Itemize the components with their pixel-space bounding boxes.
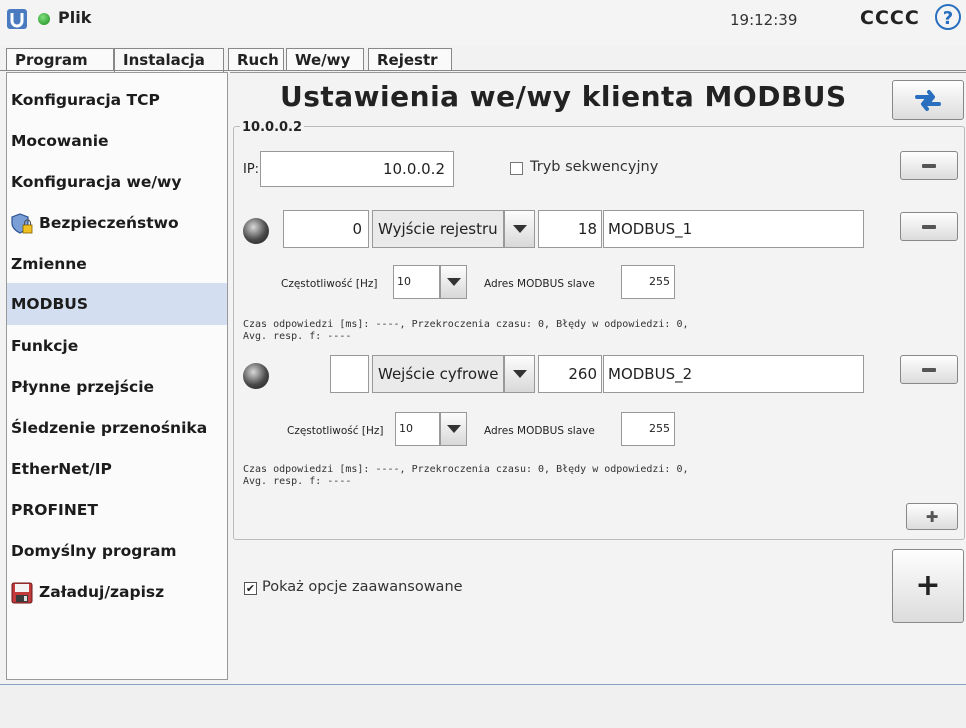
signal-2-response-stats: Czas odpowiedzi [ms]: ----, Przekroczeni… bbox=[243, 464, 689, 475]
signal-1-slave-input[interactable]: 255 bbox=[621, 265, 675, 299]
signal-2-remove-button[interactable] bbox=[900, 355, 958, 384]
signal-1-address-input[interactable]: 0 bbox=[283, 210, 369, 248]
plus-icon: ✚ bbox=[925, 508, 939, 526]
sidebar-item-load-save[interactable]: Załaduj/zapisz bbox=[7, 571, 227, 613]
signal-2-slave-input[interactable]: 255 bbox=[621, 412, 675, 446]
robot-name: CCCC bbox=[860, 7, 920, 29]
page-title: Ustawienia we/wy klienta MODBUS bbox=[280, 80, 847, 113]
clock: 19:12:39 bbox=[730, 11, 798, 29]
tab-program[interactable]: Program bbox=[6, 48, 114, 70]
sidebar-item-label: EtherNet/IP bbox=[11, 460, 112, 478]
sidebar-item-ethernet-ip[interactable]: EtherNet/IP bbox=[7, 448, 227, 490]
signal-1-status-led-icon bbox=[243, 218, 269, 244]
file-menu[interactable]: Plik bbox=[58, 8, 91, 27]
signal-2-type-select[interactable]: Wejście cyfrowe bbox=[372, 355, 504, 393]
tab-we-wy[interactable]: We/wy bbox=[286, 48, 364, 70]
minus-icon bbox=[922, 163, 936, 168]
ur-logo-icon bbox=[7, 9, 27, 29]
advanced-options-label: Pokaż opcje zaawansowane bbox=[262, 579, 463, 595]
signal-1-type-dropdown-icon[interactable] bbox=[504, 210, 535, 248]
plus-icon: + bbox=[915, 568, 941, 603]
sidebar-item-profinet[interactable]: PROFINET bbox=[7, 489, 227, 531]
sequential-checkbox[interactable] bbox=[510, 162, 523, 175]
sidebar-item-label: Płynne przejście bbox=[11, 378, 155, 396]
remove-client-button[interactable] bbox=[900, 151, 958, 180]
signal-1-freq-dropdown-icon[interactable] bbox=[440, 265, 467, 299]
signal-2-status-led-icon bbox=[243, 363, 269, 389]
signal-1-slave-label: Adres MODBUS slave bbox=[484, 278, 595, 290]
sidebar-item-label: Mocowanie bbox=[11, 132, 109, 150]
sidebar-item-io-config[interactable]: Konfiguracja we/wy bbox=[7, 161, 227, 203]
signal-1-remove-button[interactable] bbox=[900, 212, 958, 241]
ip-label: IP: bbox=[243, 162, 260, 177]
signal-1-response-stats: Czas odpowiedzi [ms]: ----, Przekroczeni… bbox=[243, 319, 689, 330]
floppy-disk-icon bbox=[11, 582, 33, 603]
tab-instalacja[interactable]: Instalacja bbox=[114, 48, 224, 72]
client-group-label: 10.0.0.2 bbox=[240, 120, 305, 135]
tab-rejestr[interactable]: Rejestr bbox=[368, 48, 452, 70]
signal-1-freq-select[interactable]: 10 bbox=[393, 265, 440, 299]
sidebar-item-label: Śledzenie przenośnika bbox=[11, 419, 208, 437]
sidebar-item-label: Funkcje bbox=[11, 337, 79, 355]
shield-lock-icon bbox=[11, 212, 33, 234]
sidebar-item-label: Konfiguracja we/wy bbox=[11, 173, 182, 191]
signal-2-freq-label: Częstotliwość [Hz] bbox=[287, 425, 384, 437]
sidebar-item-label: Załaduj/zapisz bbox=[39, 583, 165, 601]
refresh-button[interactable] bbox=[892, 80, 964, 120]
signal-2-response-avg: Avg. resp. f: ---- bbox=[243, 476, 352, 487]
add-signal-button[interactable]: ✚ bbox=[906, 503, 958, 530]
sidebar-item-zmienne[interactable]: Zmienne bbox=[7, 243, 227, 285]
help-icon[interactable]: ? bbox=[935, 4, 961, 30]
minus-icon bbox=[922, 367, 936, 372]
signal-1-freq-label: Częstotliwość [Hz] bbox=[281, 278, 378, 290]
add-client-button[interactable]: + bbox=[892, 549, 964, 623]
sidebar-item-label: Konfiguracja TCP bbox=[11, 91, 160, 109]
tab-ruch[interactable]: Ruch bbox=[228, 48, 284, 70]
signal-1-name-input[interactable]: MODBUS_1 bbox=[603, 210, 864, 248]
sidebar-item-mocowanie[interactable]: Mocowanie bbox=[7, 120, 227, 162]
signal-2-slave-label: Adres MODBUS slave bbox=[484, 425, 595, 437]
sidebar-item-default-program[interactable]: Domyślny program bbox=[7, 530, 227, 572]
advanced-options-checkbox[interactable]: ✔ bbox=[244, 582, 257, 595]
sequential-label: Tryb sekwencyjny bbox=[530, 159, 659, 175]
sidebar-item-funkcje[interactable]: Funkcje bbox=[7, 325, 227, 367]
status-indicator-icon bbox=[38, 13, 50, 25]
sidebar-item-label: Zmienne bbox=[11, 255, 87, 273]
sidebar: Konfiguracja TCP Mocowanie Konfiguracja … bbox=[6, 72, 228, 680]
signal-2-freq-select[interactable]: 10 bbox=[395, 412, 440, 446]
refresh-arrows-icon bbox=[915, 90, 941, 111]
signal-1-register-input[interactable]: 18 bbox=[538, 210, 602, 248]
signal-2-name-input[interactable]: MODBUS_2 bbox=[603, 355, 864, 393]
sidebar-item-tcp[interactable]: Konfiguracja TCP bbox=[7, 79, 227, 121]
sidebar-item-security[interactable]: Bezpieczeństwo bbox=[7, 202, 227, 244]
minus-icon bbox=[922, 224, 936, 229]
signal-2-freq-dropdown-icon[interactable] bbox=[440, 412, 467, 446]
sidebar-item-label: PROFINET bbox=[11, 501, 98, 519]
sidebar-item-label: Domyślny program bbox=[11, 542, 177, 560]
top-bar bbox=[0, 0, 966, 46]
signal-1-response-avg: Avg. resp. f: ---- bbox=[243, 331, 352, 342]
signal-2-register-input[interactable]: 260 bbox=[538, 355, 602, 393]
tab-divider bbox=[0, 70, 966, 71]
sidebar-item-plynne[interactable]: Płynne przejście bbox=[7, 366, 227, 408]
sidebar-item-label: MODBUS bbox=[11, 295, 89, 313]
sidebar-item-modbus[interactable]: MODBUS bbox=[7, 283, 227, 325]
signal-2-address-input[interactable] bbox=[330, 355, 369, 393]
bottom-bar bbox=[0, 684, 966, 728]
sidebar-item-label: Bezpieczeństwo bbox=[39, 214, 179, 232]
signal-1-type-select[interactable]: Wyjście rejestru bbox=[372, 210, 504, 248]
sidebar-item-conveyor[interactable]: Śledzenie przenośnika bbox=[7, 407, 227, 449]
signal-2-type-dropdown-icon[interactable] bbox=[504, 355, 535, 393]
ip-input[interactable]: 10.0.0.2 bbox=[260, 151, 454, 187]
